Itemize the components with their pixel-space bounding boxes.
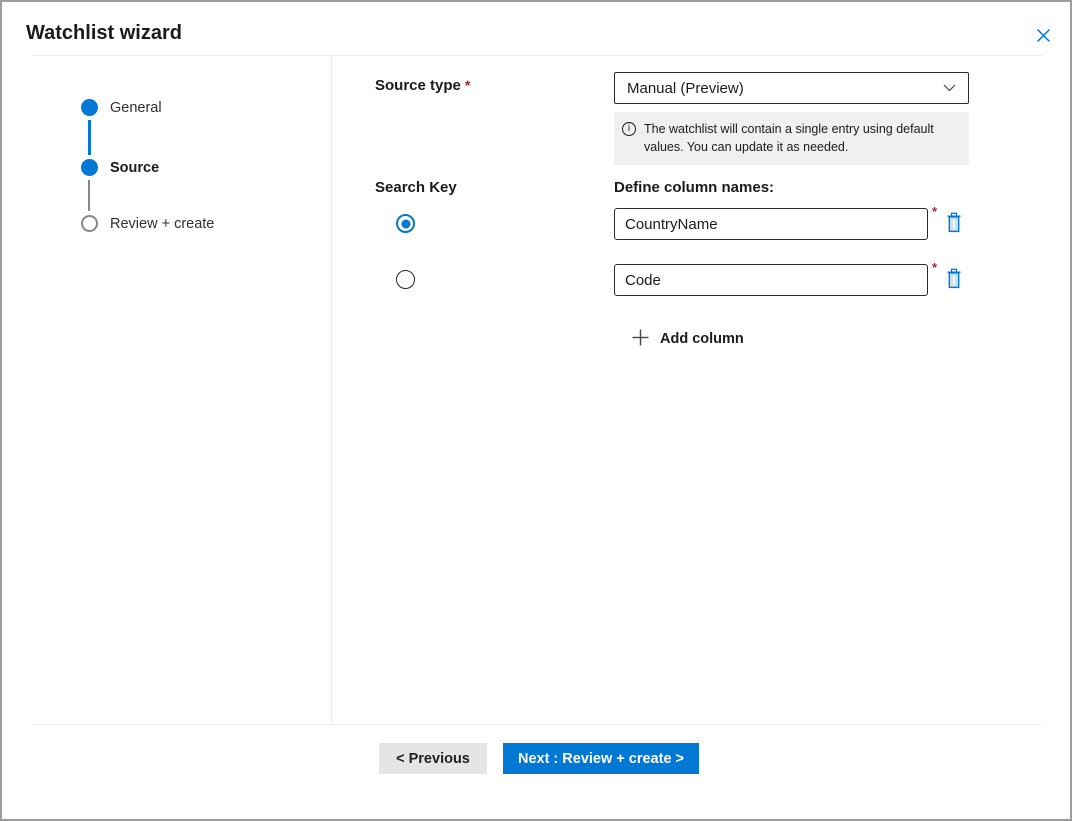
step-upcoming-icon [81, 215, 98, 232]
required-asterisk: * [464, 77, 471, 93]
stepper-step-source[interactable]: Source [81, 159, 159, 176]
stepper-step-label: Source [110, 159, 160, 176]
next-review-create-button[interactable]: Next : Review + create > [503, 743, 699, 774]
search-key-label: Search Key [375, 179, 457, 196]
step-completed-icon [81, 99, 98, 116]
add-column-label: Add column [660, 331, 744, 347]
column-name-input-2[interactable] [614, 264, 928, 296]
plus-icon [632, 329, 649, 349]
chevron-down-icon [943, 79, 956, 97]
stepper-connector-active [88, 120, 91, 155]
stepper-divider [331, 55, 332, 724]
define-column-names-label: Define column names: [614, 179, 775, 196]
stepper-step-general[interactable]: General [81, 99, 162, 116]
previous-button[interactable]: < Previous [379, 743, 487, 774]
required-asterisk: * [932, 204, 938, 219]
stepper-connector-inactive [88, 180, 90, 211]
stepper-step-label: Review + create [110, 215, 215, 232]
search-key-radio-unselected[interactable] [396, 270, 415, 289]
delete-column-button-2[interactable] [943, 268, 965, 292]
required-asterisk: * [932, 260, 938, 275]
stepper-step-label: General [110, 99, 162, 116]
source-type-info-box: i The watchlist will contain a single en… [614, 112, 969, 166]
add-column-button[interactable]: Add column [632, 329, 744, 349]
source-type-dropdown[interactable]: Manual (Preview) [614, 72, 969, 104]
trash-icon [944, 268, 964, 293]
footer-divider [32, 724, 1042, 725]
trash-icon [944, 212, 964, 237]
search-key-radio-selected[interactable] [396, 214, 415, 233]
info-icon: i [622, 122, 636, 136]
step-current-icon [81, 159, 98, 176]
stepper-step-review-create[interactable]: Review + create [81, 215, 214, 232]
delete-column-button-1[interactable] [943, 212, 965, 236]
title-divider [32, 55, 1042, 56]
page-title: Watchlist wizard [26, 22, 182, 44]
watchlist-wizard-dialog: Watchlist wizard General Source Review +… [0, 0, 1072, 821]
source-type-label: Source type * [375, 77, 471, 94]
info-text: The watchlist will contain a single entr… [644, 122, 934, 155]
close-button[interactable] [1031, 25, 1055, 49]
close-icon [1036, 28, 1051, 46]
column-name-input-1[interactable] [614, 208, 928, 240]
source-type-selected-value: Manual (Preview) [627, 79, 744, 97]
